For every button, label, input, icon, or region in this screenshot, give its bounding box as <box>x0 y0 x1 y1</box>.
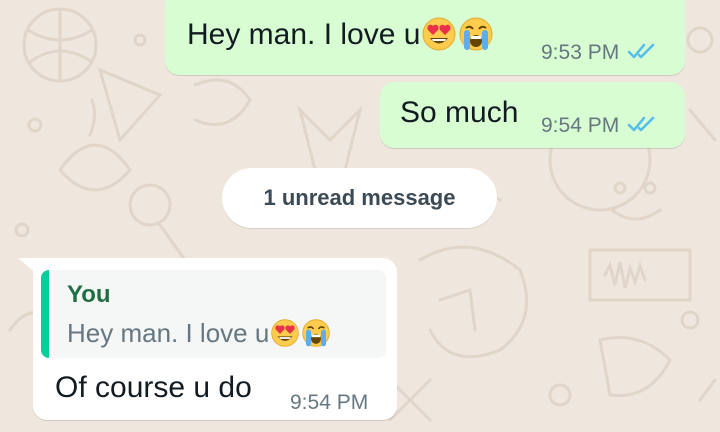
outgoing-message-bubble[interactable]: Hey man. I love u 9:53 PM <box>165 0 685 75</box>
heart-eyes-emoji <box>270 318 300 355</box>
double-check-read-icon <box>627 115 657 138</box>
message-text: Hey man. I love u <box>187 18 421 51</box>
crying-emoji <box>301 318 331 355</box>
heart-eyes-emoji <box>421 16 457 60</box>
message-timestamp: 9:53 PM <box>541 41 620 64</box>
message-timestamp: 9:54 PM <box>290 391 369 414</box>
quoted-reply[interactable]: You Hey man. I love u <box>41 270 386 358</box>
message-timestamp: 9:54 PM <box>541 114 620 137</box>
unread-messages-divider: 1 unread message <box>222 168 497 228</box>
quote-accent-bar <box>41 270 49 358</box>
quote-text: Hey man. I love u <box>67 318 270 348</box>
message-text: So much <box>400 96 519 129</box>
quote-author: You <box>67 281 111 308</box>
message-text: Of course u do <box>55 371 252 404</box>
crying-emoji <box>458 16 494 60</box>
unread-count-label: 1 unread message <box>263 185 456 210</box>
double-check-read-icon <box>627 42 657 65</box>
outgoing-message-bubble[interactable]: So much 9:54 PM <box>380 82 685 148</box>
